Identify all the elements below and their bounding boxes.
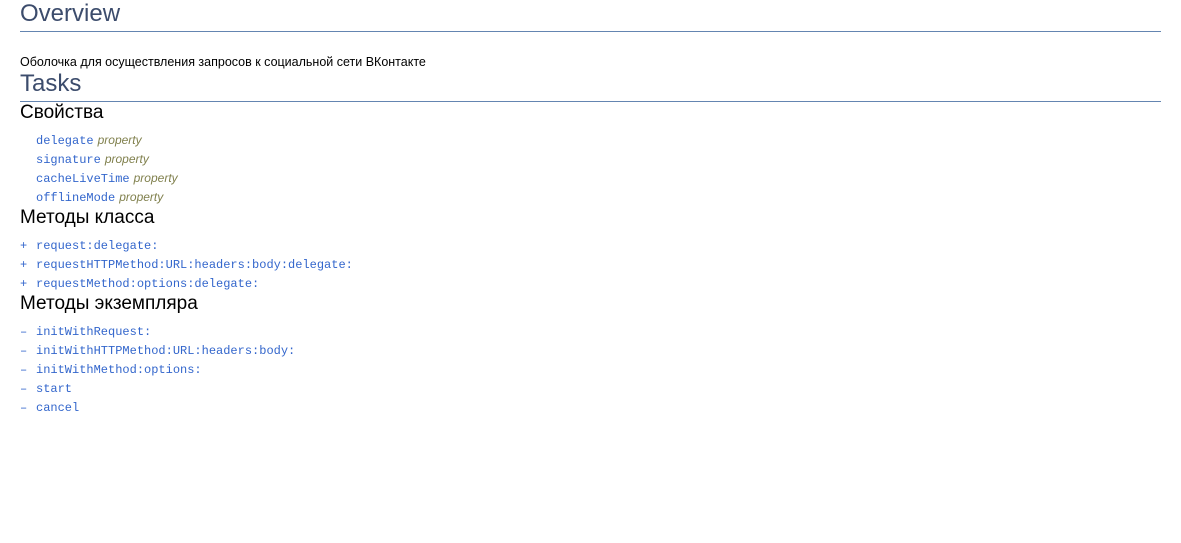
property-kind-label: property	[119, 190, 164, 204]
class-method-item: + requestHTTPMethod:URL:headers:body:dele…	[20, 255, 1161, 274]
properties-heading: Свойства	[20, 102, 104, 123]
class-method-link-request-http-method[interactable]: requestHTTPMethod:URL:headers:body:deleg…	[36, 258, 353, 272]
minus-icon: –	[20, 401, 28, 415]
plus-icon: +	[20, 239, 28, 253]
tasks-heading: Tasks	[20, 70, 1161, 102]
plus-icon: +	[20, 258, 28, 272]
minus-icon: –	[20, 325, 28, 339]
class-method-item: + request:delegate:	[20, 236, 1161, 255]
property-link-offline-mode[interactable]: offlineMode	[36, 191, 115, 205]
instance-methods-heading: Методы экземпляра	[20, 293, 198, 314]
overview-heading: Overview	[20, 0, 1161, 32]
instance-method-item: – start	[20, 379, 1161, 398]
class-methods-heading: Методы класса	[20, 207, 155, 228]
instance-method-link-cancel[interactable]: cancel	[36, 401, 79, 415]
class-method-link-request-method-options[interactable]: requestMethod:options:delegate:	[36, 277, 259, 291]
instance-method-link-init-with-http-method[interactable]: initWithHTTPMethod:URL:headers:body:	[36, 344, 295, 358]
instance-methods-list: – initWithRequest: – initWithHTTPMethod:UR…	[20, 322, 1161, 417]
minus-icon: –	[20, 363, 28, 377]
instance-method-link-init-with-request[interactable]: initWithRequest:	[36, 325, 151, 339]
class-method-item: + requestMethod:options:delegate:	[20, 274, 1161, 293]
property-item: offlineMode property	[20, 188, 1161, 207]
property-link-cache-live-time[interactable]: cacheLiveTime	[36, 172, 130, 186]
instance-method-item: – initWithMethod:options:	[20, 360, 1161, 379]
minus-icon: –	[20, 382, 28, 396]
plus-icon: +	[20, 277, 28, 291]
instance-method-item: – cancel	[20, 398, 1161, 417]
property-kind-label: property	[104, 152, 149, 166]
property-item: signature property	[20, 150, 1161, 169]
class-methods-list: + request:delegate: + requestHTTPMethod:UR…	[20, 236, 1161, 293]
properties-list: delegate property signature property cache…	[20, 131, 1161, 207]
property-link-signature[interactable]: signature	[36, 153, 101, 167]
property-link-delegate[interactable]: delegate	[36, 134, 94, 148]
class-method-link-request-delegate[interactable]: request:delegate:	[36, 239, 158, 253]
overview-description: Оболочка для осуществления запросов к со…	[20, 55, 426, 69]
instance-method-link-init-with-method[interactable]: initWithMethod:options:	[36, 363, 202, 377]
property-kind-label: property	[133, 171, 178, 185]
property-item: cacheLiveTime property	[20, 169, 1161, 188]
instance-method-link-start[interactable]: start	[36, 382, 72, 396]
documentation-content: Overview Оболочка для осуществления запр…	[20, 0, 1161, 417]
property-item: delegate property	[20, 131, 1161, 150]
instance-method-item: – initWithRequest:	[20, 322, 1161, 341]
minus-icon: –	[20, 344, 28, 358]
property-kind-label: property	[97, 133, 142, 147]
instance-method-item: – initWithHTTPMethod:URL:headers:body:	[20, 341, 1161, 360]
